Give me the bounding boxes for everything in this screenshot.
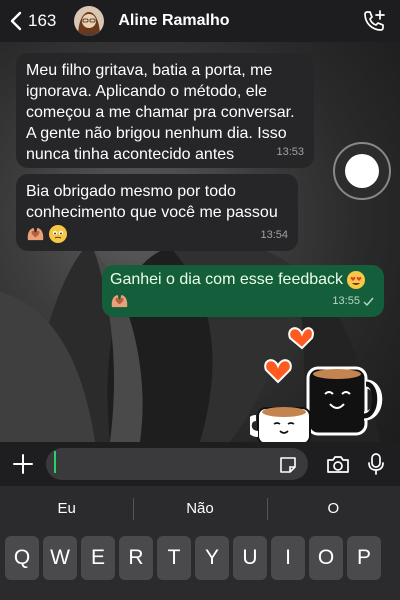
suggestion-item[interactable]: Eu bbox=[0, 486, 133, 532]
message-time-text: 13:55 bbox=[332, 295, 360, 307]
key-p[interactable]: P bbox=[347, 536, 381, 580]
heart-hands-emoji-icon bbox=[27, 228, 44, 241]
coffee-cups-sticker[interactable] bbox=[250, 324, 390, 444]
sticker-button[interactable] bbox=[278, 455, 298, 480]
holding-back-tears-emoji-icon bbox=[49, 224, 68, 243]
microphone-button[interactable] bbox=[367, 452, 385, 481]
key-u[interactable]: U bbox=[233, 536, 267, 580]
contact-name[interactable]: Aline Ramalho bbox=[118, 12, 229, 30]
sent-check-icon bbox=[363, 297, 374, 306]
message-time: 13:53 bbox=[276, 146, 304, 158]
avatar[interactable] bbox=[74, 6, 105, 36]
composer-bar bbox=[0, 442, 400, 486]
suggestion-item[interactable]: Não bbox=[133, 486, 266, 532]
plus-icon bbox=[13, 454, 33, 474]
chevron-left-icon bbox=[10, 11, 22, 31]
key-i[interactable]: I bbox=[271, 536, 305, 580]
key-w[interactable]: W bbox=[43, 536, 77, 580]
add-call-button[interactable] bbox=[362, 9, 386, 38]
camera-icon bbox=[327, 456, 349, 473]
message-text: Ganhei o dia com esse feedback bbox=[110, 271, 344, 288]
message-time: 13:55 bbox=[332, 291, 374, 312]
record-button[interactable] bbox=[333, 142, 391, 200]
suggestion-bar: Eu Não O bbox=[0, 486, 400, 532]
message-time: 13:54 bbox=[260, 229, 288, 241]
back-count: 163 bbox=[28, 11, 57, 30]
message-text: Meu filho gritava, batia a porta, me ign… bbox=[26, 62, 295, 163]
suggestion-item[interactable]: O bbox=[266, 486, 400, 532]
keyboard-row-1: Q W E R T Y U I O P bbox=[3, 536, 383, 580]
chat-header: 163 Aline Ramalho bbox=[0, 0, 400, 42]
add-call-icon bbox=[364, 10, 385, 31]
message-bubble-incoming[interactable]: Bia obrigado mesmo por todo conhecimento… bbox=[16, 174, 298, 251]
heart-hands-emoji-icon bbox=[111, 295, 128, 308]
key-o[interactable]: O bbox=[309, 536, 343, 580]
microphone-icon bbox=[368, 453, 384, 475]
message-text: Bia obrigado mesmo por todo conhecimento… bbox=[26, 183, 278, 221]
sticker-icon bbox=[280, 457, 296, 473]
key-t[interactable]: T bbox=[157, 536, 191, 580]
message-bubble-outgoing[interactable]: Ganhei o dia com esse feedback 13:55 bbox=[102, 265, 384, 317]
key-r[interactable]: R bbox=[119, 536, 153, 580]
key-y[interactable]: Y bbox=[195, 536, 229, 580]
message-input[interactable] bbox=[46, 448, 308, 480]
key-q[interactable]: Q bbox=[5, 536, 39, 580]
record-button-inner bbox=[345, 154, 379, 188]
attach-button[interactable] bbox=[12, 453, 34, 480]
heart-eyes-emoji-icon bbox=[347, 270, 366, 289]
keyboard: Eu Não O Q W E R T Y U I O P bbox=[0, 486, 400, 600]
camera-button[interactable] bbox=[326, 454, 350, 479]
key-e[interactable]: E bbox=[81, 536, 115, 580]
message-bubble-incoming[interactable]: Meu filho gritava, batia a porta, me ign… bbox=[16, 53, 314, 168]
back-button[interactable]: 163 bbox=[10, 11, 56, 31]
text-caret bbox=[54, 451, 56, 473]
